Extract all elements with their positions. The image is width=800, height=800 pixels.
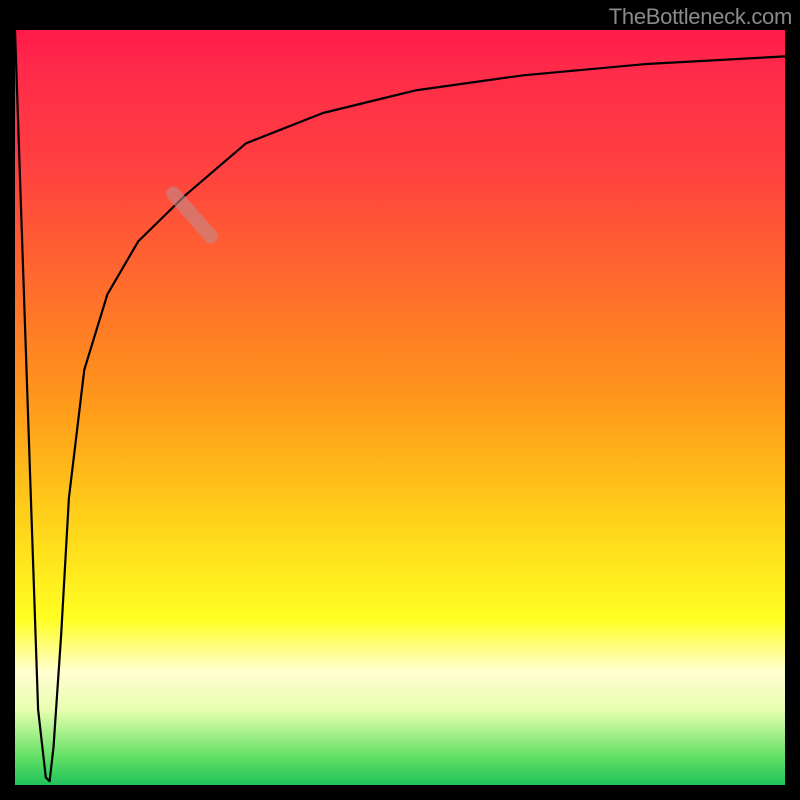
- chart-frame: TheBottleneck.com: [0, 0, 800, 800]
- watermark-text: TheBottleneck.com: [609, 4, 792, 30]
- plot-background-gradient: [15, 30, 785, 785]
